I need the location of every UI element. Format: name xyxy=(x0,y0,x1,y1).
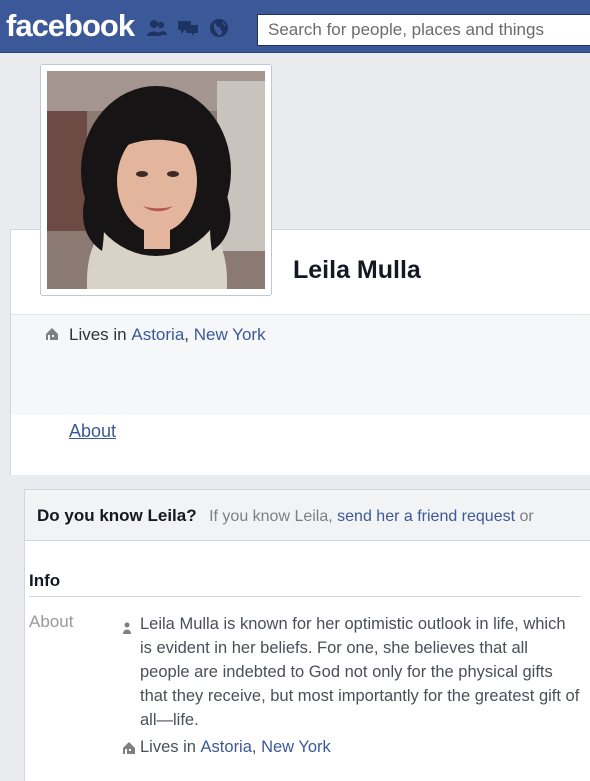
house-icon xyxy=(45,325,63,345)
city-state-separator: , xyxy=(184,325,194,344)
know-intro: If you know Leila, xyxy=(209,508,333,525)
info-section: Info About Leila Mulla is known for her … xyxy=(24,541,590,781)
profile-name[interactable]: Leila Mulla xyxy=(293,256,421,285)
info-city-link[interactable]: Astoria xyxy=(201,735,252,759)
facebook-logo[interactable]: facebook xyxy=(6,8,135,44)
info-lives-in-line: Lives in Astoria, New York xyxy=(122,732,582,761)
search-input[interactable] xyxy=(257,14,590,46)
tab-about[interactable]: About xyxy=(69,421,116,442)
info-lives-prefix: Lives in xyxy=(140,737,196,756)
jewel-icons xyxy=(146,18,230,38)
notifications-globe-icon[interactable] xyxy=(208,18,230,38)
intro-row: Lives in Astoria, New York xyxy=(11,314,590,418)
info-city-state-separator: , xyxy=(251,737,262,756)
profile-photo-image xyxy=(47,71,265,289)
city-link[interactable]: Astoria xyxy=(131,325,184,345)
profile-picture[interactable] xyxy=(40,64,272,296)
top-navigation-bar: facebook xyxy=(0,0,590,53)
info-heading: Info xyxy=(29,571,61,590)
know-tail: or xyxy=(519,508,534,525)
person-icon xyxy=(122,612,140,732)
friend-requests-icon[interactable] xyxy=(146,18,168,38)
profile-nav: About xyxy=(10,415,590,475)
info-state-link[interactable]: New York xyxy=(261,735,331,759)
send-friend-request-link[interactable]: send her a friend request xyxy=(337,508,515,525)
lives-in-prefix: Lives in xyxy=(69,325,127,344)
lives-in-line: Lives in Astoria, New York xyxy=(45,325,266,345)
friend-request-text: Do you know Leila? If you know Leila, se… xyxy=(37,506,534,526)
friend-request-prompt: Do you know Leila? If you know Leila, se… xyxy=(24,489,590,541)
messages-icon[interactable] xyxy=(177,18,199,38)
house-icon xyxy=(122,732,140,761)
state-link[interactable]: New York xyxy=(194,325,266,345)
know-question: Do you know Leila? xyxy=(37,506,197,525)
about-body: Leila Mulla is known for her optimistic … xyxy=(122,612,582,761)
divider xyxy=(29,596,581,597)
about-label: About xyxy=(29,612,74,631)
about-text: Leila Mulla is known for her optimistic … xyxy=(140,615,580,729)
